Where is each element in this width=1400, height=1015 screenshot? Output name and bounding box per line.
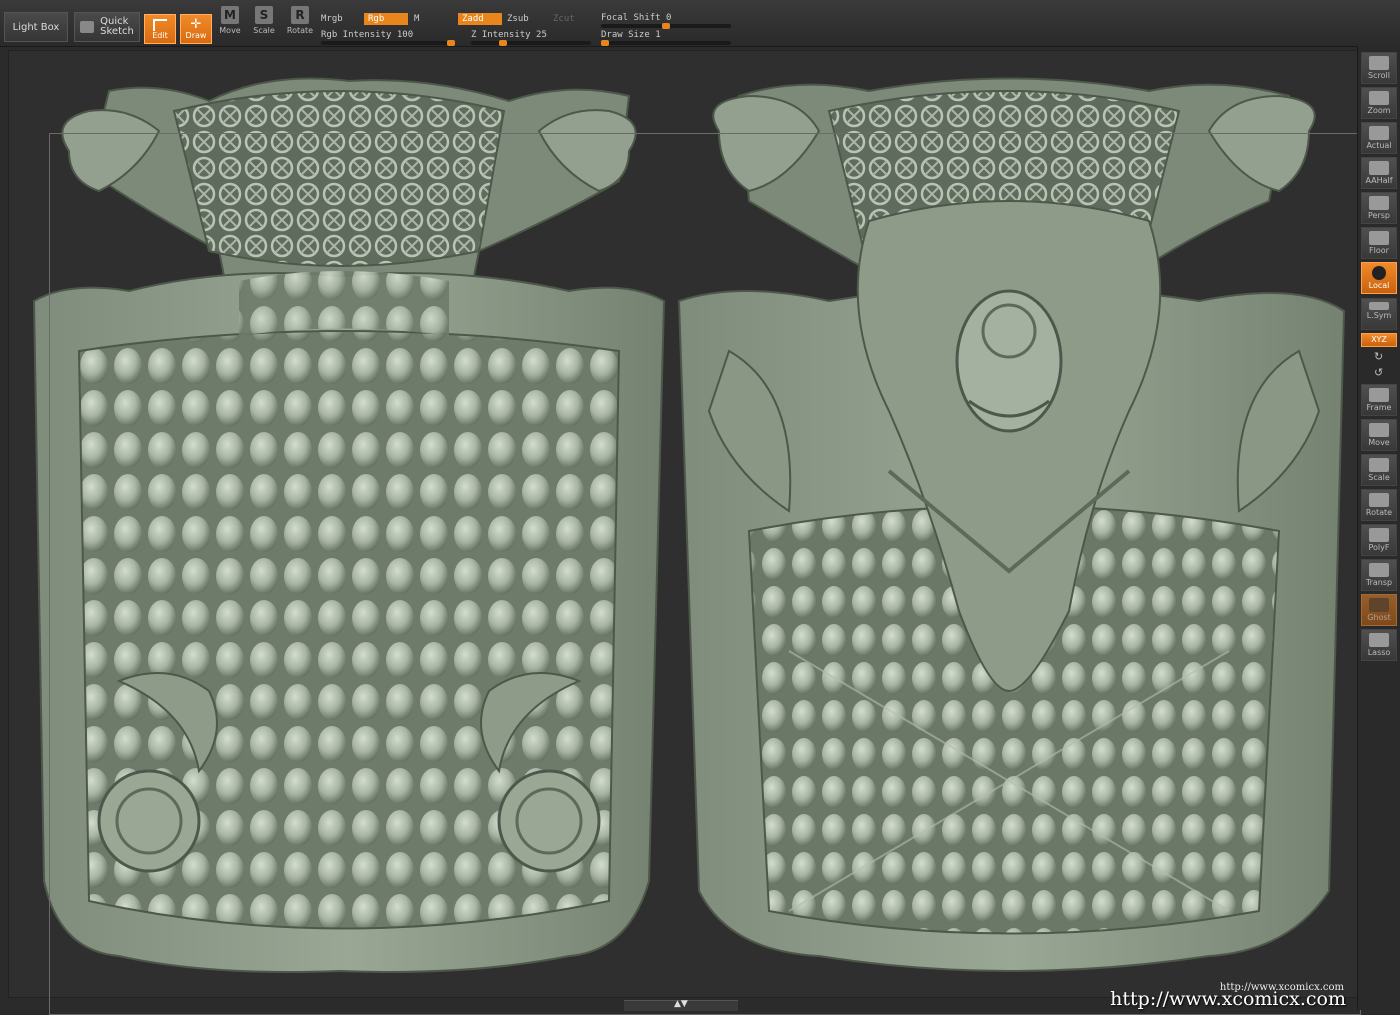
polyframe-grid-icon (1369, 528, 1389, 542)
perspective-icon (1369, 196, 1389, 210)
focal-shift-label: Focal Shift 0 (601, 13, 672, 23)
draw-size-knob[interactable] (601, 40, 609, 46)
focal-shift-slider[interactable] (601, 23, 731, 29)
scroll-button[interactable]: Scroll (1361, 52, 1397, 84)
lasso-icon (1369, 633, 1389, 647)
quick-sketch-button[interactable]: Quick Sketch (74, 12, 140, 42)
aahalf-icon (1369, 161, 1389, 175)
draw-size-label: Draw Size 1 (601, 30, 661, 40)
rgb-intensity-value: 100 (396, 30, 414, 40)
z-intensity-value: 25 (536, 30, 547, 40)
rotate-icon: R (291, 6, 309, 24)
draw-crosshair-icon: ✛ (190, 16, 202, 32)
draw-button[interactable]: ✛ Draw (180, 14, 212, 44)
zoom-button[interactable]: Zoom (1361, 87, 1397, 119)
move-hand-icon (1369, 423, 1389, 437)
transparency-icon (1369, 563, 1389, 577)
local-button[interactable]: Local (1361, 262, 1397, 294)
rgb-intensity-knob[interactable] (447, 40, 455, 46)
aahalf-button[interactable]: AAHalf (1361, 157, 1397, 189)
bottom-tray-toggle[interactable]: ▲▼ (624, 999, 738, 1011)
lsym-arrows-icon (1369, 302, 1389, 310)
polyf-button[interactable]: PolyF (1361, 524, 1397, 556)
ghost-button[interactable]: Ghost (1361, 594, 1397, 626)
move-view-button[interactable]: Move (1361, 419, 1397, 451)
top-toolbar: Light Box Quick Sketch Edit ✛ Draw M Mov… (0, 0, 1400, 47)
rotate-tool-button[interactable]: R Rotate (284, 3, 316, 43)
scale-icon: S (255, 6, 273, 24)
scale-tool-button[interactable]: S Scale (248, 3, 280, 43)
frame-icon (1369, 388, 1389, 402)
ghost-icon (1369, 598, 1389, 612)
lasso-button[interactable]: Lasso (1361, 629, 1397, 661)
zcut-toggle[interactable]: Zcut (553, 14, 575, 24)
scale-label: Scale (253, 26, 275, 35)
hand-scroll-icon (1369, 56, 1389, 70)
local-symmetry-icon (1372, 266, 1386, 280)
actual-size-icon (1369, 126, 1389, 140)
z-intensity-label: Z Intensity 25 (471, 30, 547, 40)
rgb-intensity-slider[interactable] (321, 40, 455, 46)
right-shelf: Scroll Zoom Actual AAHalf Persp Floor Lo… (1357, 46, 1400, 1010)
magnifier-icon (1369, 91, 1389, 105)
z-intensity-slider[interactable] (471, 40, 591, 46)
lsym-button[interactable]: L.Sym (1361, 298, 1397, 330)
mrgb-toggle[interactable]: Mrgb (321, 14, 343, 24)
rotate-axis-icon-1[interactable]: ↻ (1374, 350, 1383, 363)
zadd-toggle[interactable]: Zadd (458, 13, 502, 25)
quick-sketch-label-2: Sketch (100, 26, 134, 37)
actual-button[interactable]: Actual (1361, 122, 1397, 154)
move-label: Move (219, 26, 241, 35)
edit-icon (153, 18, 167, 31)
light-box-label: Light Box (12, 21, 60, 33)
z-intensity-knob[interactable] (499, 40, 507, 46)
canvas-frame (49, 133, 1361, 1015)
rotate-label: Rotate (286, 26, 314, 35)
rotate-view-button[interactable]: Rotate (1361, 489, 1397, 521)
frame-button[interactable]: Frame (1361, 384, 1397, 416)
focal-shift-knob[interactable] (662, 23, 670, 29)
scale-icon (1369, 458, 1389, 472)
floor-grid-icon (1369, 231, 1389, 245)
move-tool-button[interactable]: M Move (214, 3, 246, 43)
rgb-toggle[interactable]: Rgb (364, 13, 408, 25)
xyz-button[interactable]: XYZ (1361, 333, 1397, 347)
edit-label: Edit (152, 30, 168, 40)
draw-label: Draw (185, 30, 207, 40)
transp-button[interactable]: Transp (1361, 559, 1397, 591)
document-canvas[interactable] (8, 50, 1361, 1015)
m-toggle[interactable]: M (414, 14, 419, 24)
persp-button[interactable]: Persp (1361, 192, 1397, 224)
watermark-large: http://www.xcomicx.com (1110, 988, 1346, 1010)
focal-shift-value: 0 (666, 13, 672, 23)
draw-size-slider[interactable] (601, 40, 731, 46)
rgb-intensity-label: Rgb Intensity 100 (321, 30, 414, 40)
rotate-icon (1369, 493, 1389, 507)
zsub-toggle[interactable]: Zsub (507, 14, 529, 24)
move-icon: M (221, 6, 239, 24)
draw-size-value: 1 (655, 30, 661, 40)
pencil-icon (80, 21, 95, 33)
rotate-axis-icon-2[interactable]: ↺ (1374, 366, 1383, 379)
tray-arrow-icon: ▲▼ (674, 999, 688, 1009)
scale-view-button[interactable]: Scale (1361, 454, 1397, 486)
floor-button[interactable]: Floor (1361, 227, 1397, 259)
light-box-button[interactable]: Light Box (4, 12, 68, 42)
edit-button[interactable]: Edit (144, 14, 176, 44)
